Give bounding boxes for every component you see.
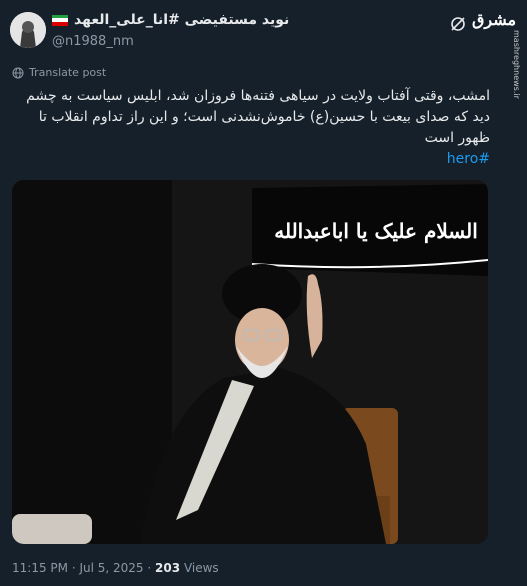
meta-separator: · (147, 561, 156, 575)
hashtag-link[interactable]: #hero (12, 149, 490, 170)
views-count: 203 (155, 561, 181, 575)
banner-calligraphy: السلام علیک یا اباعبدالله (274, 219, 478, 244)
watermark: mashreghnews.ir (512, 30, 521, 99)
globe-icon (12, 67, 24, 78)
brand-logo: مشرق (472, 10, 517, 29)
translate-label: Translate post (29, 66, 107, 79)
grok-icon[interactable] (448, 14, 468, 34)
views-label: Views (183, 561, 219, 575)
post-date[interactable]: Jul 5, 2025 (79, 561, 143, 575)
display-name[interactable]: نوید مستفیضی #انا_علی_العهد (74, 12, 289, 28)
tweet-body: امشب، وقتی آفتاب ولایت در سیاهی فتنه‌ها … (26, 88, 490, 146)
tweet-photo[interactable]: السلام علیک یا اباعبدالله (12, 180, 488, 544)
author-name-row: نوید مستفیضی #انا_علی_العهد (52, 12, 289, 28)
iran-flag-icon (52, 14, 68, 26)
translate-post[interactable]: Translate post (12, 66, 106, 79)
tweet-text: امشب، وقتی آفتاب ولایت در سیاهی فتنه‌ها … (12, 86, 490, 170)
avatar[interactable] (10, 12, 46, 48)
avatar-image (10, 12, 46, 48)
tweet-meta: 11:15 PM · Jul 5, 2025 · 203 Views (12, 561, 219, 575)
handle[interactable]: @n1988_nm (52, 34, 134, 49)
post-time[interactable]: 11:15 PM (12, 561, 68, 575)
photo-illustration: السلام علیک یا اباعبدالله (12, 180, 488, 544)
